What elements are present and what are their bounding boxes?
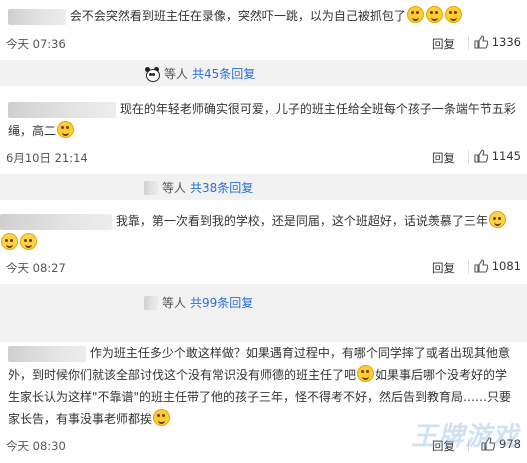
reply-button[interactable]: 回复	[432, 150, 455, 166]
comment-text: 我靠，第一次看到我的学校，还是同届，这个班超好，话说羡慕了三年	[0, 210, 527, 254]
sub-replies-bar[interactable]: 等人 共45条回复	[0, 60, 527, 86]
like-button[interactable]: 1336	[474, 35, 521, 49]
comment-meta: 6月10日 21:14 回复 1145	[0, 146, 527, 170]
reply-button[interactable]: 回复	[432, 36, 455, 52]
view-replies-link[interactable]: 共45条回复	[192, 65, 255, 82]
divider	[468, 150, 469, 164]
like-count: 1336	[491, 35, 521, 49]
laugh-cry-emoji-icon	[488, 211, 506, 228]
thumbs-up-icon	[474, 149, 488, 163]
blurred-username	[144, 295, 158, 310]
doge-emoji-icon	[444, 6, 462, 23]
timestamp: 今天 08:30	[6, 439, 66, 453]
blurred-username	[0, 213, 112, 230]
laugh-cry-emoji-icon	[1, 233, 18, 250]
view-replies-link[interactable]: 共38条回复	[190, 179, 253, 196]
timestamp: 今天 08:27	[6, 261, 66, 275]
like-button[interactable]: 1145	[474, 149, 521, 163]
blurred-username	[8, 101, 116, 118]
comment-body: 会不会突然看到班主任在录像，突然吓一跳，以为自己被抓包了	[69, 9, 406, 23]
comment-meta: 今天 08:27 回复 1081	[0, 256, 527, 280]
reply-button[interactable]: 回复	[432, 260, 455, 276]
like-count: 1145	[491, 149, 521, 163]
sub-reply-users: 等人	[164, 67, 189, 81]
timestamp: 6月10日 21:14	[6, 151, 88, 165]
like-count: 1081	[491, 259, 521, 273]
comment-1: 会不会突然看到班主任在录像，突然吓一跳，以为自己被抓包了	[0, 0, 527, 32]
doge-emoji-icon	[406, 6, 424, 23]
blurred-username	[144, 180, 158, 195]
sub-reply-users: 等人	[162, 181, 187, 195]
comment-text: 现在的年轻老师确实很可爱，儿子的班主任给全班每个孩子一条端午节五彩绳，高二	[0, 98, 527, 142]
comment-body: 我靠，第一次看到我的学校，还是同届，这个班超好，话说羡慕了三年	[115, 214, 488, 228]
sub-reply-users: 等人	[162, 296, 187, 310]
panda-avatar-icon	[144, 66, 160, 82]
comment-3: 我靠，第一次看到我的学校，还是同届，这个班超好，话说羡慕了三年	[0, 210, 527, 256]
comment-text: 会不会突然看到班主任在录像，突然吓一跳，以为自己被抓包了	[0, 0, 527, 27]
timestamp: 今天 07:36	[6, 37, 66, 51]
blurred-username	[8, 8, 66, 25]
sub-replies-bar[interactable]: 等人 共38条回复	[0, 174, 527, 200]
sub-replies-bar[interactable]: 等人 共99条回复	[0, 284, 527, 342]
doge-emoji-icon	[425, 6, 443, 23]
smile-emoji-icon	[357, 365, 375, 382]
divider	[468, 260, 469, 274]
like-button[interactable]: 1081	[474, 259, 521, 273]
comment-2: 现在的年轻老师确实很可爱，儿子的班主任给全班每个孩子一条端午节五彩绳，高二	[0, 98, 527, 146]
laugh-cry-emoji-icon	[20, 233, 37, 250]
watermark-logo: 王牌游戏	[410, 422, 519, 452]
comment-meta: 今天 07:36 回复 1336	[0, 32, 527, 56]
divider	[468, 36, 469, 50]
view-replies-link[interactable]: 共99条回复	[190, 294, 253, 311]
thumbs-up-icon	[474, 259, 488, 273]
smile-emoji-icon	[153, 409, 171, 426]
blurred-username	[8, 345, 86, 362]
thumbs-up-icon	[474, 35, 488, 49]
thinking-emoji-icon	[57, 121, 75, 138]
